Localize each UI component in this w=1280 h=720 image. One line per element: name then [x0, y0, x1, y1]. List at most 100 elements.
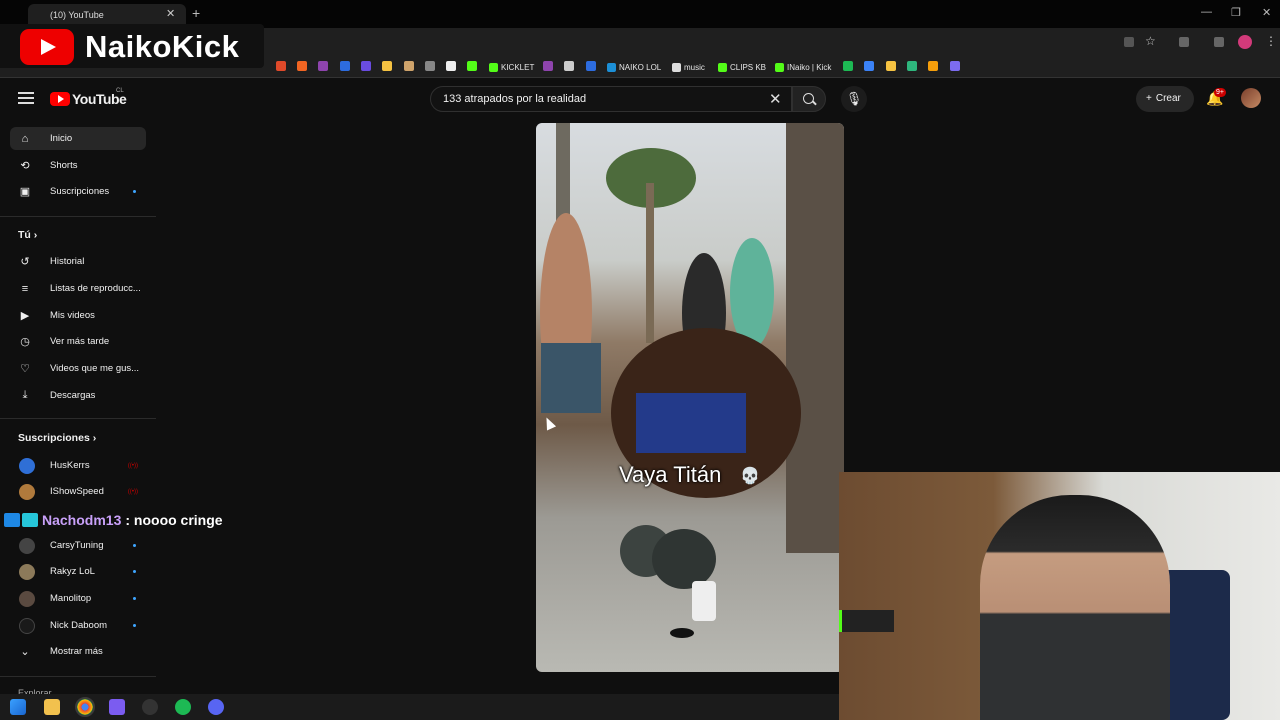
sidebar-item-label: Videos que me gus...	[50, 363, 140, 374]
sidebar-item-ver-mas-tarde[interactable]: ◷ Ver más tarde	[10, 330, 146, 353]
extensions-icon[interactable]	[1179, 37, 1189, 47]
show-more-label: Mostrar más	[50, 646, 103, 657]
sidebar-item-mis-videos[interactable]: ▶ Mis videos	[10, 304, 146, 327]
bookmark-kicklet[interactable]: KICKLET	[489, 60, 534, 74]
clear-search-icon[interactable]: ✕	[769, 90, 782, 108]
sidebar-item-shorts[interactable]: ⟲ Shorts	[10, 154, 146, 177]
bookmark-icon[interactable]	[467, 61, 477, 71]
channel-item[interactable]: IShowSpeed ((•))	[10, 480, 146, 503]
channel-item[interactable]: Nick Daboom	[10, 614, 146, 637]
sidebar-item-descargas[interactable]: ⤓ Descargas	[10, 384, 146, 407]
sidebar-item-playlists[interactable]: ≡ Listas de reproducc...	[10, 277, 146, 300]
show-more-button[interactable]: ⌄ Mostrar más	[10, 640, 146, 663]
microphone-icon[interactable]: 🎙	[841, 86, 867, 112]
create-button[interactable]: + Crear	[1136, 86, 1194, 112]
sidebar-item-label: Mis videos	[50, 310, 95, 321]
sidebar-divider	[0, 418, 156, 419]
home-icon: ⌂	[21, 132, 29, 145]
new-content-dot	[133, 570, 136, 573]
bookmark-icon[interactable]	[564, 61, 574, 71]
skull-emoji: 💀	[740, 468, 760, 485]
bookmark-icon[interactable]	[340, 61, 350, 71]
bookmark-icon[interactable]	[404, 61, 414, 71]
bookmark-clips-kb[interactable]: CLIPS KB	[718, 60, 766, 74]
bookmark-icon[interactable]	[586, 61, 596, 71]
bookmark-inaiko-kick[interactable]: INaiko | Kick	[775, 60, 831, 74]
new-tab-button[interactable]: +	[192, 5, 200, 21]
plus-icon: +	[1146, 93, 1152, 104]
media-icon[interactable]	[1214, 37, 1224, 47]
create-label: Crear	[1155, 93, 1181, 104]
sidebar-item-historial[interactable]: ↺ Historial	[10, 250, 146, 273]
sidebar-item-label: Descargas	[50, 390, 96, 401]
country-code: CL	[116, 88, 124, 94]
obs-icon[interactable]	[142, 699, 158, 715]
bookmark-icon[interactable]	[864, 61, 874, 71]
downloads-icon: ⤓	[22, 389, 28, 401]
channel-name: IShowSpeed	[50, 486, 104, 497]
app-icon[interactable]	[109, 699, 125, 715]
bookmark-icon[interactable]	[446, 61, 456, 71]
sidebar-divider	[0, 676, 156, 677]
menu-hamburger-icon[interactable]	[18, 92, 34, 104]
search-input[interactable]: 133 atrapados por la realidad	[430, 86, 792, 112]
search-button[interactable]	[792, 86, 826, 112]
short-video-player[interactable]	[536, 123, 844, 672]
sidebar-item-inicio[interactable]: ⌂ Inicio	[10, 127, 146, 150]
channel-avatar	[19, 537, 35, 554]
bookmark-icon[interactable]	[361, 61, 371, 71]
file-explorer-icon[interactable]	[44, 699, 60, 715]
bookmark-music[interactable]: music	[672, 60, 705, 74]
subscriptions-section-heading[interactable]: Suscripciones ›	[18, 432, 96, 444]
spotify-icon[interactable]	[175, 699, 191, 715]
bookmark-icon[interactable]	[276, 61, 286, 71]
bookmark-icon[interactable]	[297, 61, 307, 71]
menu-icon[interactable]: ⋮	[1265, 34, 1277, 48]
bookmark-icon[interactable]	[382, 61, 392, 71]
profile-avatar[interactable]	[1238, 35, 1252, 49]
new-content-dot	[133, 624, 136, 627]
chrome-icon[interactable]	[75, 697, 95, 717]
bookmark-icon[interactable]	[928, 61, 938, 71]
bookmark-icon[interactable]	[543, 61, 553, 71]
channel-avatar	[19, 590, 35, 607]
channel-item[interactable]: CarsyTuning	[10, 534, 146, 557]
channel-item[interactable]: Manolitop	[10, 587, 146, 610]
you-section-heading[interactable]: Tú ›	[18, 229, 37, 241]
streamer-name: NaikoKick	[85, 29, 240, 64]
chat-username: Nachodm13	[42, 512, 122, 528]
minimize-button[interactable]: —	[1201, 6, 1212, 18]
youtube-logo-icon[interactable]	[50, 92, 70, 106]
channel-name: Manolitop	[50, 593, 92, 604]
channel-avatar	[19, 563, 35, 580]
channel-avatar	[19, 617, 35, 634]
bookmark-icon[interactable]	[950, 61, 960, 71]
sidebar-item-label: Ver más tarde	[50, 336, 110, 347]
bookmark-icon[interactable]	[425, 61, 435, 71]
discord-icon[interactable]	[208, 699, 224, 715]
sidebar-item-liked-videos[interactable]: ♡ Videos que me gus...	[10, 357, 146, 380]
maximize-button[interactable]: ❐	[1231, 6, 1241, 19]
tab-close-icon[interactable]: ✕	[166, 7, 175, 20]
sidebar-item-suscripciones[interactable]: ▣ Suscripciones	[10, 180, 146, 203]
windows-start-icon[interactable]	[10, 699, 26, 715]
close-window-button[interactable]: ✕	[1262, 6, 1271, 19]
star-icon[interactable]: ☆	[1145, 34, 1156, 48]
bookmark-icon[interactable]	[907, 61, 917, 71]
install-icon[interactable]	[1124, 37, 1134, 47]
channel-avatar	[19, 483, 35, 500]
channel-item[interactable]: Rakyz LoL	[10, 560, 146, 583]
bookmark-icon[interactable]	[318, 61, 328, 71]
bookmark-icon[interactable]	[843, 61, 853, 71]
bookmark-icon[interactable]	[886, 61, 896, 71]
video-frame	[540, 123, 844, 638]
liked-icon: ♡	[20, 363, 30, 375]
account-avatar[interactable]	[1241, 88, 1261, 108]
new-content-dot	[133, 190, 136, 193]
chat-badges	[4, 513, 38, 527]
channel-name: HusKerrs	[50, 460, 90, 471]
bookmark-naiko-lol[interactable]: NAIKO LOL	[607, 60, 661, 74]
channel-item[interactable]: HusKerrs ((•))	[10, 454, 146, 477]
watch-later-icon: ◷	[20, 336, 30, 348]
youtube-play-icon	[20, 29, 74, 65]
